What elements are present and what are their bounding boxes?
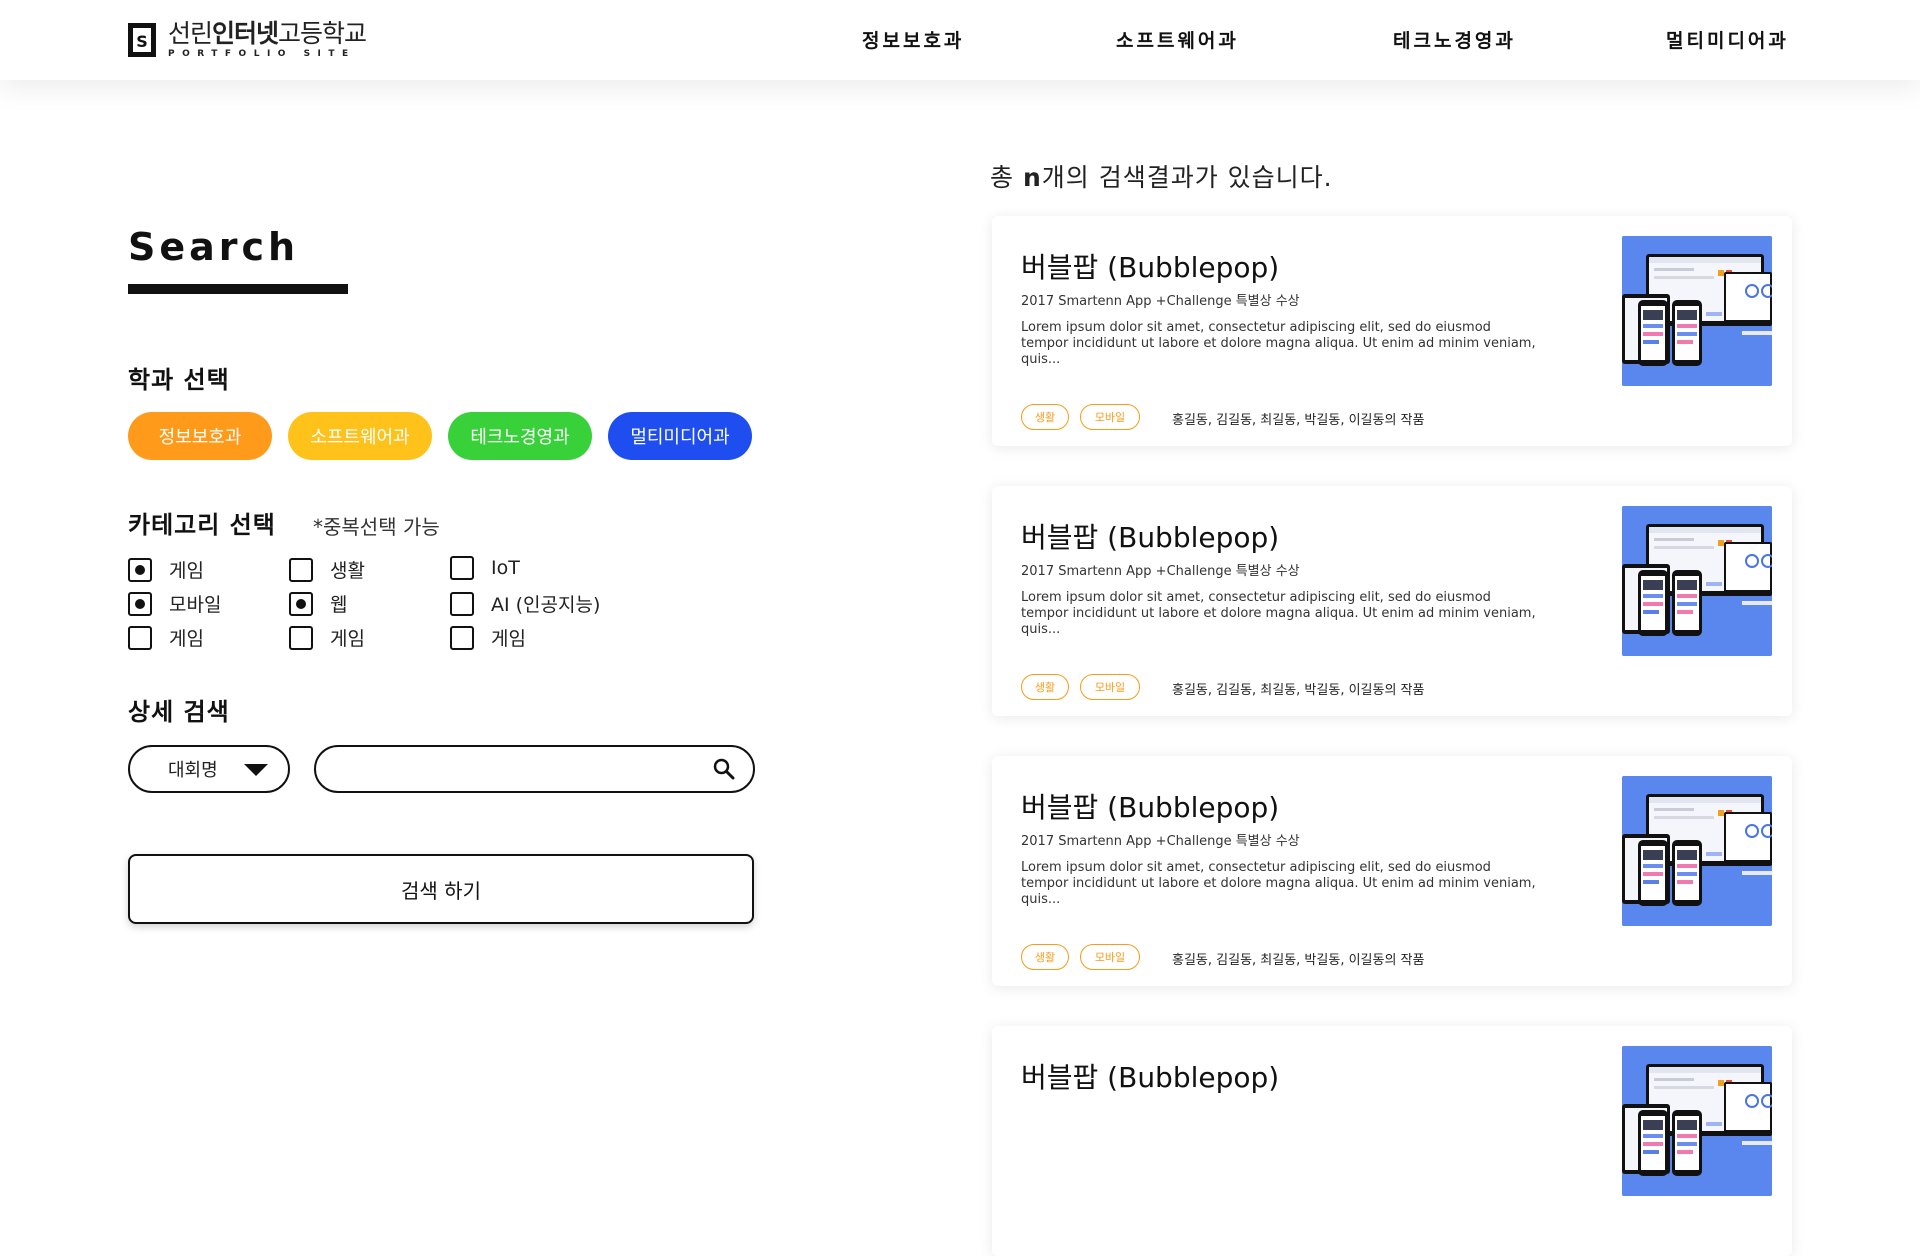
card-title: 버블팝 (Bubblepop): [1021, 521, 1280, 554]
card-title: 버블팝 (Bubblepop): [1021, 1061, 1280, 1094]
result-card[interactable]: 버블팝 (Bubblepop) 2017 Smartenn App +Chall…: [992, 756, 1792, 986]
nav-item-multimedia[interactable]: 멀티미디어과: [1666, 26, 1789, 53]
card-authors: 홍길동, 김길동, 최길동, 박길동, 이길동의 작품: [1172, 683, 1425, 698]
card-award: 2017 Smartenn App +Challenge 특별상 수상: [1021, 834, 1300, 849]
category-checkbox[interactable]: 웹: [289, 590, 347, 617]
detail-section-label: 상세 검색: [128, 698, 230, 726]
dept-button-software[interactable]: 소프트웨어과: [288, 412, 432, 460]
dept-button-infosec[interactable]: 정보보호과: [128, 412, 272, 460]
project-thumbnail: [1622, 1046, 1772, 1196]
nav-item-infosec[interactable]: 정보보호과: [862, 26, 964, 53]
category-checkbox[interactable]: AI (인공지능): [450, 590, 600, 617]
tag-badge[interactable]: 모바일: [1080, 404, 1140, 430]
card-title: 버블팝 (Bubblepop): [1021, 791, 1280, 824]
project-thumbnail: [1622, 236, 1772, 386]
search-icon[interactable]: [712, 757, 736, 781]
tag-badge[interactable]: 모바일: [1080, 944, 1140, 970]
category-checkbox[interactable]: 게임: [450, 624, 526, 651]
checkbox-checked[interactable]: [128, 557, 152, 582]
checkbox-unchecked[interactable]: [289, 557, 313, 582]
category-section-label: 카테고리 선택: [128, 511, 276, 539]
category-label: 모바일: [169, 594, 222, 616]
dept-section-label: 학과 선택: [128, 366, 230, 394]
checkbox-unchecked[interactable]: [450, 625, 474, 650]
category-label: 게임: [491, 628, 526, 650]
nav-item-software[interactable]: 소프트웨어과: [1116, 26, 1239, 53]
top-header: S 선린인터넷고등학교 PORTFOLIO SITE 정보보호과 소프트웨어과 …: [0, 0, 1920, 80]
category-checkbox[interactable]: 게임: [128, 556, 204, 583]
card-title: 버블팝 (Bubblepop): [1021, 251, 1280, 284]
result-count: 총 n개의 검색결과가 있습니다.: [990, 163, 1333, 192]
project-thumbnail: [1622, 776, 1772, 926]
category-label: 게임: [169, 628, 204, 650]
search-heading: Search: [128, 225, 300, 269]
school-emblem-icon: S: [128, 23, 156, 57]
checkbox-checked[interactable]: [289, 591, 313, 616]
category-label: 게임: [330, 628, 365, 650]
dept-button-multimedia[interactable]: 멀티미디어과: [608, 412, 752, 460]
checkbox-unchecked[interactable]: [450, 591, 474, 616]
logo-subtitle: PORTFOLIO SITE: [168, 48, 356, 59]
tag-badge[interactable]: 생활: [1021, 404, 1069, 430]
result-card[interactable]: 버블팝 (Bubblepop) 2017 Smartenn App +Chall…: [992, 216, 1792, 446]
nav-item-techno[interactable]: 테크노경영과: [1393, 26, 1516, 53]
category-checkbox[interactable]: 생활: [289, 556, 365, 583]
checkbox-unchecked[interactable]: [289, 625, 313, 650]
filter-select-value: 대회명: [168, 760, 218, 781]
card-description: Lorem ipsum dolor sit amet, consectetur …: [1021, 320, 1536, 367]
category-checkbox[interactable]: 게임: [289, 624, 365, 651]
card-authors: 홍길동, 김길동, 최길동, 박길동, 이길동의 작품: [1172, 413, 1425, 428]
caret-down-icon: [244, 764, 268, 776]
card-authors: 홍길동, 김길동, 최길동, 박길동, 이길동의 작품: [1172, 953, 1425, 968]
category-checkbox[interactable]: IoT: [450, 556, 520, 580]
search-heading-underline: [128, 284, 348, 294]
checkbox-unchecked[interactable]: [450, 556, 474, 580]
card-award: 2017 Smartenn App +Challenge 특별상 수상: [1021, 564, 1300, 579]
project-thumbnail: [1622, 506, 1772, 656]
category-label: 웹: [330, 594, 348, 616]
school-logo[interactable]: S 선린인터넷고등학교 PORTFOLIO SITE: [128, 18, 367, 60]
category-checkbox[interactable]: 모바일: [128, 590, 221, 617]
tag-badge[interactable]: 생활: [1021, 944, 1069, 970]
category-label: 게임: [169, 560, 204, 582]
logo-title: 선린인터넷고등학교: [168, 18, 367, 48]
filter-select[interactable]: 대회명: [128, 745, 290, 793]
tag-badge[interactable]: 생활: [1021, 674, 1069, 700]
category-label: IoT: [491, 557, 520, 579]
search-submit-button[interactable]: 검색 하기: [128, 854, 754, 924]
category-checkbox[interactable]: 게임: [128, 624, 204, 651]
card-award: 2017 Smartenn App +Challenge 특별상 수상: [1021, 294, 1300, 309]
tag-badge[interactable]: 모바일: [1080, 674, 1140, 700]
checkbox-checked[interactable]: [128, 591, 152, 616]
category-multi-note: *중복선택 가능: [313, 515, 440, 539]
checkbox-unchecked[interactable]: [128, 625, 152, 650]
category-label: AI (인공지능): [491, 594, 601, 616]
card-description: Lorem ipsum dolor sit amet, consectetur …: [1021, 590, 1536, 637]
dept-button-techno[interactable]: 테크노경영과: [448, 412, 592, 460]
result-card[interactable]: 버블팝 (Bubblepop) 2017 Smartenn App +Chall…: [992, 486, 1792, 716]
category-label: 생활: [330, 560, 365, 582]
result-card[interactable]: 버블팝 (Bubblepop): [992, 1026, 1792, 1256]
svg-text:S: S: [136, 32, 148, 51]
card-description: Lorem ipsum dolor sit amet, consectetur …: [1021, 860, 1536, 907]
search-input[interactable]: [314, 745, 755, 793]
